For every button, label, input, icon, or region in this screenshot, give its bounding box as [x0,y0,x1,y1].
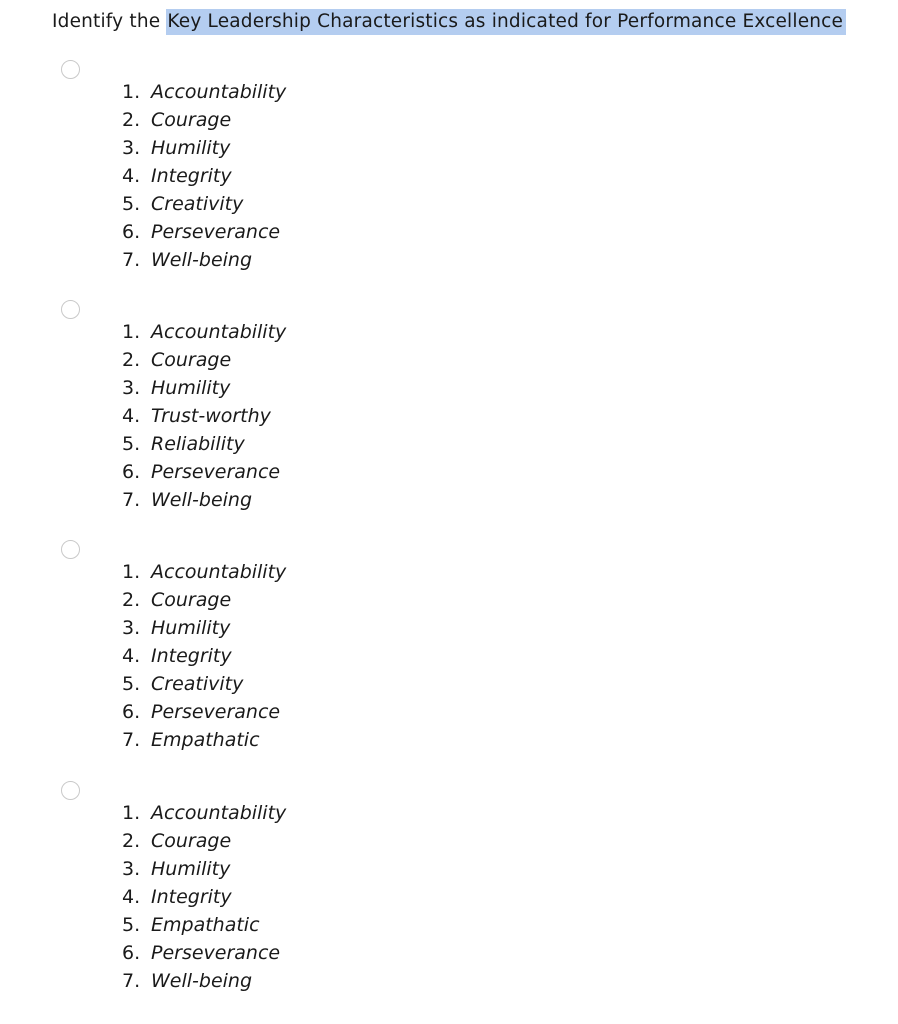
list-item-text: Accountability [151,321,287,343]
option-c-list: 1. Accountability 2. Courage 3. Humility… [122,558,286,754]
question-prefix: Identify the [52,11,167,32]
list-item: 1. Accountability [122,799,286,827]
list-item: 2. Courage [122,586,286,614]
question-highlighted-text: Key Leadership Characteristics as indica… [166,9,847,35]
list-item: 6. Perseverance [122,698,286,726]
quiz-page: Identify the Key Leadership Characterist… [0,0,898,1024]
list-item-text: Reliability [151,433,245,455]
list-item-text: Integrity [151,165,232,187]
list-item: 4. Integrity [122,883,286,911]
list-item-number: 2. [122,830,141,852]
option-b-list: 1. Accountability 2. Courage 3. Humility… [122,318,286,514]
list-item: 2. Courage [122,346,286,374]
list-item: 6. Perseverance [122,218,286,246]
list-item-text: Humility [151,137,231,159]
list-item-number: 1. [122,802,141,824]
list-item: 7. Well-being [122,246,286,274]
list-item-number: 7. [122,729,141,751]
list-item-number: 5. [122,914,141,936]
list-item-text: Accountability [151,81,287,103]
list-item-number: 1. [122,81,141,103]
list-item: 1. Accountability [122,318,286,346]
list-item-text: Empathatic [151,914,260,936]
list-item-text: Humility [151,377,231,399]
list-item: 1. Accountability [122,558,286,586]
list-item-number: 5. [122,673,141,695]
list-item-text: Trust-worthy [151,405,271,427]
list-item-text: Humility [151,858,231,880]
list-item-number: 4. [122,405,141,427]
list-item-text: Perseverance [151,701,281,723]
list-item-number: 7. [122,970,141,992]
list-item-number: 1. [122,321,141,343]
list-item-text: Well-being [151,249,253,271]
list-item: 4. Integrity [122,642,286,670]
list-item-text: Accountability [151,802,287,824]
list-item-number: 4. [122,886,141,908]
list-item-text: Humility [151,617,231,639]
list-item-text: Creativity [151,673,244,695]
list-item-text: Accountability [151,561,287,583]
list-item: 3. Humility [122,374,286,402]
list-item-text: Perseverance [151,461,281,483]
list-item-number: 6. [122,461,141,483]
list-item-text: Well-being [151,489,253,511]
list-item-text: Creativity [151,193,244,215]
list-item-text: Perseverance [151,942,281,964]
list-item: 5. Creativity [122,190,286,218]
list-item-text: Well-being [151,970,253,992]
list-item-number: 4. [122,165,141,187]
list-item: 3. Humility [122,855,286,883]
list-item: 4. Trust-worthy [122,402,286,430]
list-item-text: Courage [151,589,232,611]
list-item-number: 7. [122,489,141,511]
list-item: 7. Well-being [122,967,286,995]
list-item-number: 2. [122,349,141,371]
list-item-text: Perseverance [151,221,281,243]
list-item: 2. Courage [122,106,286,134]
list-item-number: 6. [122,701,141,723]
list-item-number: 5. [122,433,141,455]
list-item-number: 1. [122,561,141,583]
list-item-number: 6. [122,942,141,964]
list-item-number: 6. [122,221,141,243]
list-item: 6. Perseverance [122,939,286,967]
list-item: 5. Creativity [122,670,286,698]
list-item-number: 3. [122,137,141,159]
list-item: 5. Empathatic [122,911,286,939]
list-item-number: 3. [122,617,141,639]
list-item: 7. Empathatic [122,726,286,754]
list-item: 5. Reliability [122,430,286,458]
option-d-list: 1. Accountability 2. Courage 3. Humility… [122,799,286,995]
list-item-number: 4. [122,645,141,667]
option-a-list: 1. Accountability 2. Courage 3. Humility… [122,78,286,274]
list-item: 4. Integrity [122,162,286,190]
list-item-number: 5. [122,193,141,215]
list-item-text: Integrity [151,645,232,667]
list-item-text: Courage [151,349,232,371]
question-stem: Identify the Key Leadership Characterist… [52,9,847,35]
list-item-number: 3. [122,858,141,880]
list-item: 3. Humility [122,614,286,642]
list-item: 6. Perseverance [122,458,286,486]
list-item-text: Integrity [151,886,232,908]
list-item-text: Empathatic [151,729,260,751]
list-item-text: Courage [151,830,232,852]
list-item-number: 2. [122,109,141,131]
list-item-number: 7. [122,249,141,271]
radio-button-option-b[interactable] [61,300,80,319]
radio-button-option-d[interactable] [61,781,80,800]
radio-button-option-a[interactable] [61,60,80,79]
list-item: 3. Humility [122,134,286,162]
list-item-text: Courage [151,109,232,131]
list-item: 1. Accountability [122,78,286,106]
list-item: 7. Well-being [122,486,286,514]
list-item-number: 2. [122,589,141,611]
radio-button-option-c[interactable] [61,540,80,559]
list-item-number: 3. [122,377,141,399]
list-item: 2. Courage [122,827,286,855]
